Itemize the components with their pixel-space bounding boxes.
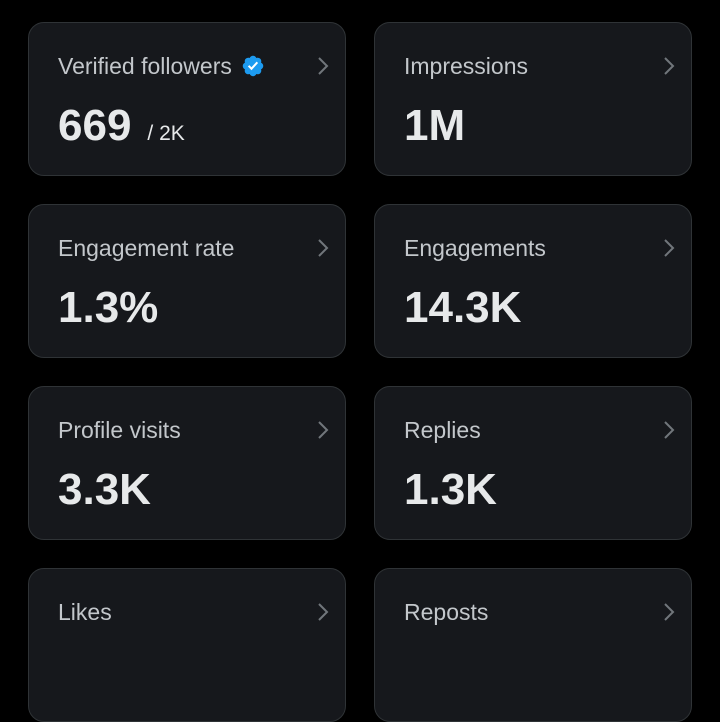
card-value: 1M xyxy=(404,101,466,150)
card-engagements[interactable]: Engagements 14.3K xyxy=(374,204,692,358)
card-value-total: / 2K xyxy=(147,122,185,145)
card-verified-followers[interactable]: Verified followers 669 / 2K xyxy=(28,22,346,176)
chevron-right-icon xyxy=(318,239,329,257)
card-label: Engagements xyxy=(404,235,546,261)
card-label: Impressions xyxy=(404,53,528,79)
card-value: 3.3K xyxy=(58,465,151,514)
card-profile-visits[interactable]: Profile visits 3.3K xyxy=(28,386,346,540)
chevron-right-icon xyxy=(664,57,675,75)
chevron-right-icon xyxy=(318,57,329,75)
card-value: 1.3K xyxy=(404,465,497,514)
chevron-right-icon xyxy=(318,603,329,621)
card-replies[interactable]: Replies 1.3K xyxy=(374,386,692,540)
card-label: Verified followers xyxy=(58,53,232,79)
chevron-right-icon xyxy=(318,421,329,439)
chevron-right-icon xyxy=(664,421,675,439)
card-engagement-rate[interactable]: Engagement rate 1.3% xyxy=(28,204,346,358)
card-label: Reposts xyxy=(404,599,489,625)
card-label: Replies xyxy=(404,417,481,443)
card-label: Engagement rate xyxy=(58,235,235,261)
verified-badge-icon xyxy=(242,55,264,77)
card-label: Profile visits xyxy=(58,417,181,443)
card-label-row: Verified followers xyxy=(58,53,265,79)
card-impressions[interactable]: Impressions 1M xyxy=(374,22,692,176)
card-likes[interactable]: Likes xyxy=(28,568,346,722)
card-value-row: 669 / 2K xyxy=(58,101,185,159)
card-reposts[interactable]: Reposts xyxy=(374,568,692,722)
analytics-grid: Verified followers 669 / 2K Impressions … xyxy=(28,22,692,722)
chevron-right-icon xyxy=(664,239,675,257)
card-value: 669 xyxy=(58,101,132,150)
card-label: Likes xyxy=(58,599,112,625)
card-value: 1.3% xyxy=(58,283,159,332)
chevron-right-icon xyxy=(664,603,675,621)
card-value: 14.3K xyxy=(404,283,522,332)
